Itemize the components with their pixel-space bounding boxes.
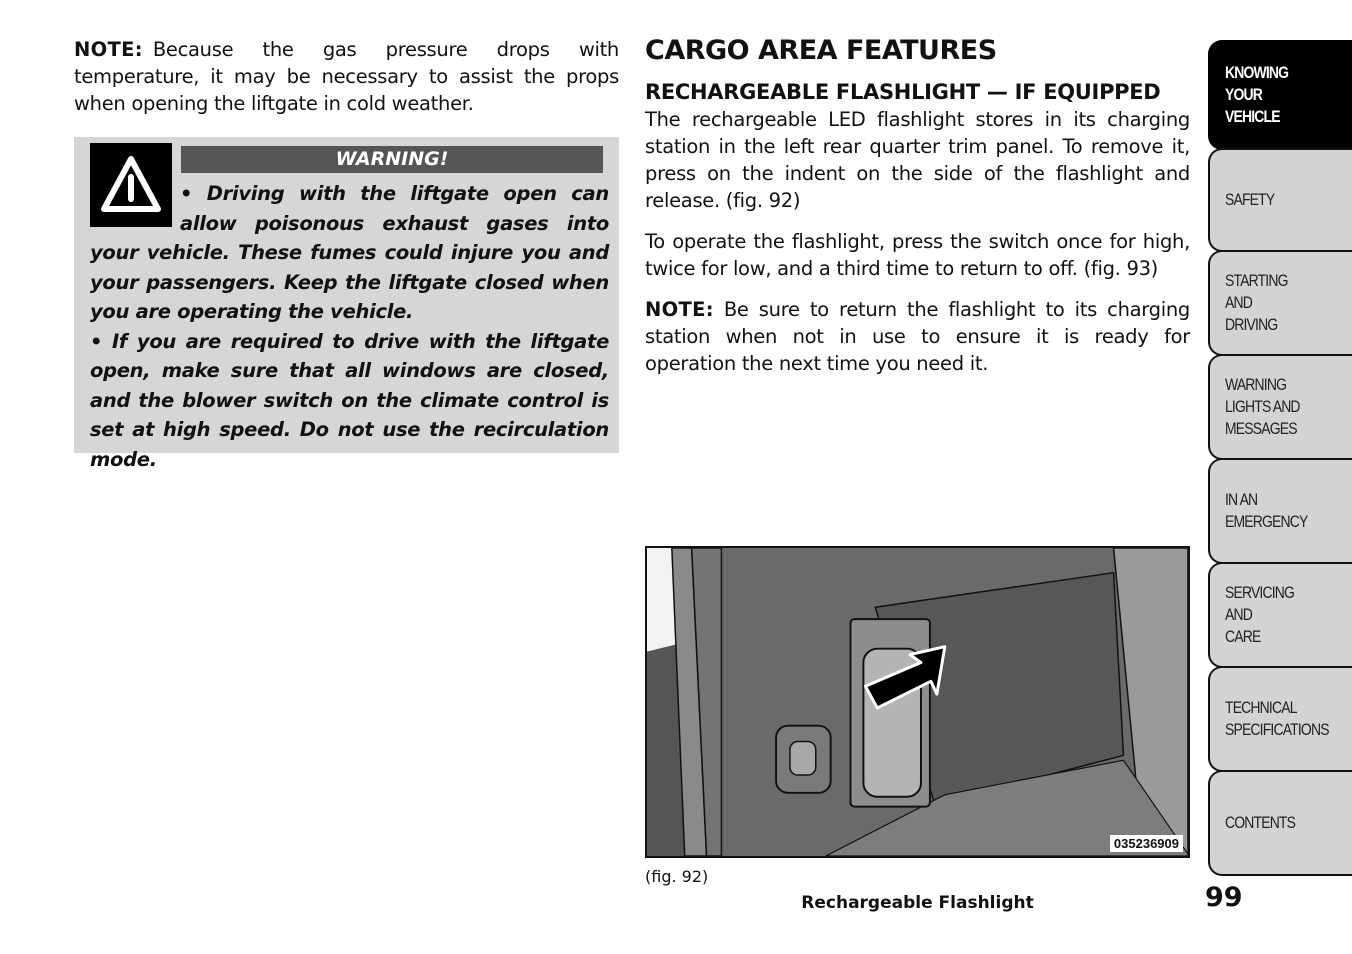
warning-title: WARNING! [181,146,603,173]
tab-starting-and-driving[interactable]: STARTING AND DRIVING [1208,250,1352,356]
figure-reference: (fig. 92) [645,867,709,886]
page-number: 99 [1205,882,1243,913]
warning-box: WARNING! • Driving with the liftgate ope… [74,137,619,471]
note-text: Because the gas pressure drops with temp… [74,38,619,115]
note-paragraph: NOTE: Because the gas pressure drops with… [74,36,619,117]
note-paragraph-right: NOTE: Be sure to return the flashlight to… [645,296,1190,377]
tab-in-an-emergency[interactable]: IN AN EMERGENCY [1208,458,1352,564]
section-heading: CARGO AREA FEATURES [645,35,997,66]
page-footer-caption: Rechargeable Flashlight [801,893,1034,913]
note-label: NOTE: [74,38,143,61]
warning-text: • Driving with the liftgate open can all… [90,179,609,474]
warning-bullet-2: • If you are required to drive with the … [90,329,609,471]
note-label-right: NOTE: [645,298,714,321]
flashlight-illustration [647,548,1188,856]
note-text-right: Be sure to return the flashlight to its … [645,298,1190,375]
right-column: CARGO AREA FEATURES RECHARGEABLE FLASHLI… [645,36,1190,377]
paragraph-2: To operate the flashlight, press the swi… [645,230,1190,280]
tab-warning-lights-and-messages[interactable]: WARNING LIGHTS AND MESSAGES [1208,354,1352,460]
tab-servicing-and-care[interactable]: SERVICING AND CARE [1208,562,1352,668]
tab-knowing-your-vehicle[interactable]: KNOWING YOUR VEHICLE [1208,40,1352,150]
figure-id-code: 035236909 [1109,835,1183,852]
tab-safety[interactable]: SAFETY [1208,148,1352,252]
figure-flashlight: 035236909 [645,546,1190,858]
paragraph-1: The rechargeable LED flashlight stores i… [645,108,1190,212]
left-column: NOTE: Because the gas pressure drops with… [74,36,619,117]
tab-technical-specifications[interactable]: TECHNICAL SPECIFICATIONS [1208,666,1352,772]
subsection-heading: RECHARGEABLE FLASHLIGHT — IF EQUIPPED [645,80,1161,104]
tab-contents[interactable]: CONTENTS [1208,770,1352,876]
